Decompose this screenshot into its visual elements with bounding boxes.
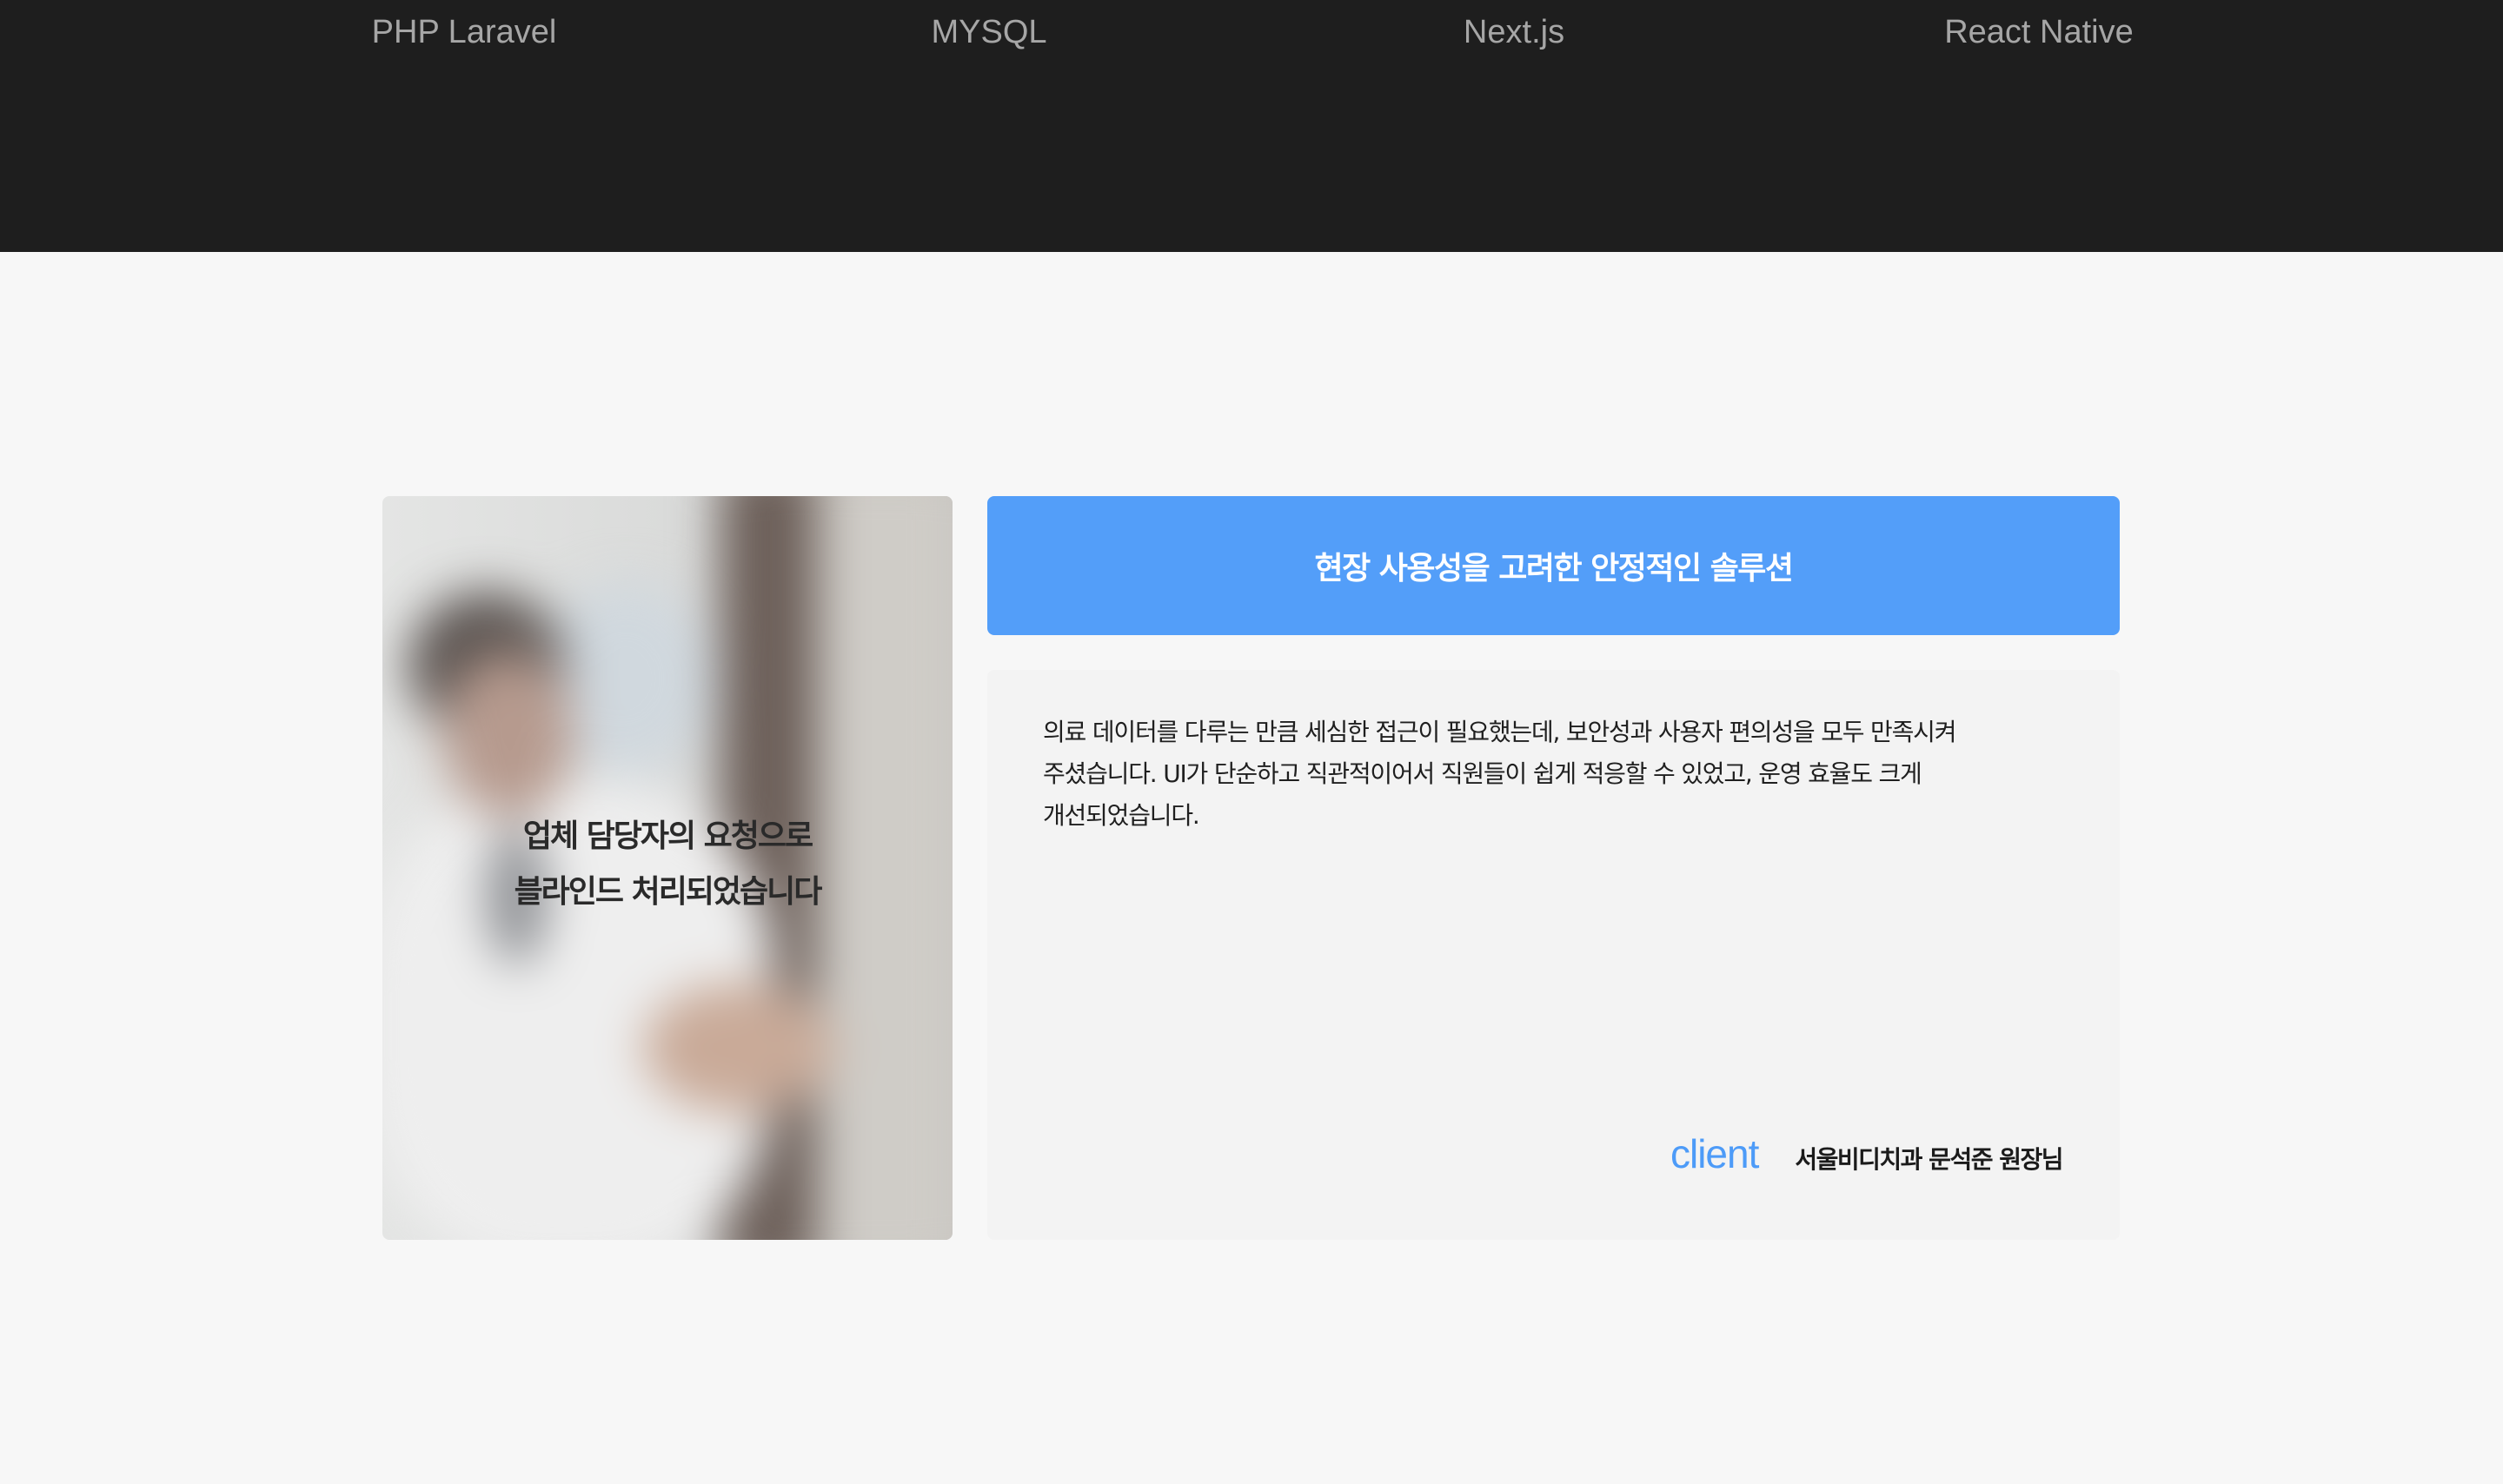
tech-item-mysql: MYSQL — [931, 14, 1047, 50]
tech-item-react-native: React Native — [1944, 14, 2134, 50]
testimonial-quote: 의료 데이터를 다루는 만큼 세심한 접근이 필요했는데, 보안성과 사용자 편… — [1043, 718, 1956, 830]
testimonial-section: 업체 담당자의 요청으로 블라인드 처리되었습니다 현장 사용성을 고려한 안정… — [382, 496, 2120, 1241]
tech-stack-bar: PHP Laravel MYSQL Next.js React Native — [0, 0, 2503, 252]
tech-item-nextjs: Next.js — [1463, 14, 1565, 50]
testimonial-title-bar: 현장 사용성을 고려한 안정적인 솔루션 — [987, 496, 2120, 635]
photo-blind-notice-line1: 업체 담당자의 요청으로 — [522, 818, 813, 854]
client-name: 서울비디치과 문석준 원장님 — [1795, 1145, 2063, 1174]
tech-item-php-laravel: PHP Laravel — [371, 14, 557, 50]
photo-blind-notice-line2: 블라인드 처리되었습니다 — [514, 874, 823, 910]
photo-blind-notice: 업체 담당자의 요청으로 블라인드 처리되었습니다 — [382, 809, 953, 920]
client-attribution: client 서울비디치과 문석준 원장님 — [1670, 1130, 2064, 1177]
testimonial-quote-box: 의료 데이터를 다루는 만큼 세심한 접근이 필요했는데, 보안성과 사용자 편… — [987, 670, 2120, 1240]
testimonial-title: 현장 사용성을 고려한 안정적인 솔루션 — [1314, 551, 1794, 586]
client-label: client — [1670, 1131, 1759, 1176]
client-photo-blurred: 업체 담당자의 요청으로 블라인드 처리되었습니다 — [382, 496, 953, 1240]
